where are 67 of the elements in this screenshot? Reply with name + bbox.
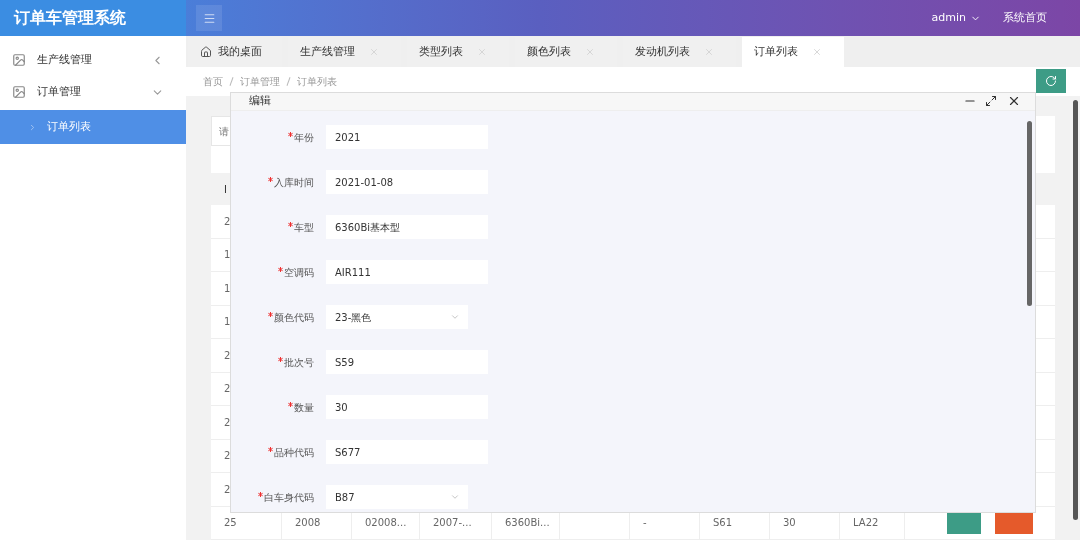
select-field[interactable]: B87 <box>326 485 468 509</box>
home-icon <box>200 45 212 58</box>
field-label: 空调码 <box>231 264 326 280</box>
field-label: 品种代码 <box>231 444 326 460</box>
column-header: I <box>223 182 227 197</box>
field-label: 白车身代码 <box>231 489 326 505</box>
table-cell-text: 6360Bi... <box>505 516 550 531</box>
table-cell-text: 1 <box>224 248 231 263</box>
table-cell-text: LA22 <box>853 516 879 531</box>
table-cell-text: 2 <box>224 482 231 497</box>
sidebar-label: 生产线管理 <box>37 51 93 68</box>
sidebar-label: 订单管理 <box>37 83 82 100</box>
table-cell-text: S61 <box>713 516 733 531</box>
input-field[interactable]: 2021 <box>326 125 488 149</box>
dropdown-caret-icon <box>450 492 460 502</box>
table-cell-text: - <box>643 516 647 531</box>
home-link[interactable]: 系统首页 <box>1003 0 1047 36</box>
page-icon <box>12 85 26 99</box>
input-field[interactable]: 30 <box>326 395 488 419</box>
refresh-icon <box>1045 75 1057 88</box>
field-label: 年份 <box>231 129 326 145</box>
tab[interactable]: 订单列表 <box>742 36 844 67</box>
chevron-right-icon <box>28 122 37 132</box>
table-cell-text: 2008 <box>295 516 321 531</box>
table-cell-text: 2 <box>224 449 231 464</box>
table-cell-text: 30 <box>783 516 796 531</box>
field-label: 入库时间 <box>231 174 326 190</box>
field-label: 颜色代码 <box>231 309 326 325</box>
table-cell-text: 1 <box>224 281 231 296</box>
field-label: 数量 <box>231 399 326 415</box>
table-cell-text: 2 <box>224 214 231 229</box>
dialog-title: 编辑 <box>249 93 272 109</box>
tab-label: 我的桌面 <box>218 43 262 60</box>
tab-label: 类型列表 <box>419 43 463 60</box>
input-field[interactable]: AIR111 <box>326 260 488 284</box>
action-button[interactable] <box>947 511 981 534</box>
table-cell-text: 2 <box>224 382 231 397</box>
dropdown-caret-icon <box>450 312 460 322</box>
tab-label: 生产线管理 <box>300 43 355 60</box>
table-cell-text: 25 <box>224 516 237 531</box>
table-cell-text: 2 <box>224 348 231 363</box>
sidebar-item[interactable]: 生产线管理 <box>0 44 186 76</box>
menu-icon <box>202 11 216 25</box>
tab-label: 发动机列表 <box>635 43 690 60</box>
table-cell-text: 1 <box>224 315 231 330</box>
sidebar-item[interactable]: 订单管理 <box>0 76 186 108</box>
maximize-icon[interactable] <box>985 95 997 108</box>
input-field[interactable]: 6360Bi基本型 <box>326 215 488 239</box>
select-field[interactable]: 23-黑色 <box>326 305 468 329</box>
tab-label: 订单列表 <box>754 43 798 60</box>
input-field[interactable]: S59 <box>326 350 488 374</box>
table-cell-text: 2 <box>224 415 231 430</box>
app-title: 订单车管理系统 <box>14 7 126 29</box>
dialog-scrollbar[interactable] <box>1027 120 1032 306</box>
page-icon <box>12 53 26 67</box>
field-label: 批次号 <box>231 354 326 370</box>
table-cell-text: 02008... <box>365 516 407 531</box>
user-menu[interactable]: admin <box>931 0 981 36</box>
scrollbar[interactable] <box>1073 100 1078 520</box>
field-label: 车型 <box>231 219 326 235</box>
input-field[interactable]: 2021-01-08 <box>326 170 488 194</box>
input-field[interactable]: S677 <box>326 440 488 464</box>
menu-toggle-button[interactable] <box>196 5 222 31</box>
delete-button[interactable] <box>995 511 1033 534</box>
tab-label: 颜色列表 <box>527 43 571 60</box>
table-cell-text: 2007-... <box>433 516 472 531</box>
refresh-button[interactable] <box>1036 69 1066 94</box>
